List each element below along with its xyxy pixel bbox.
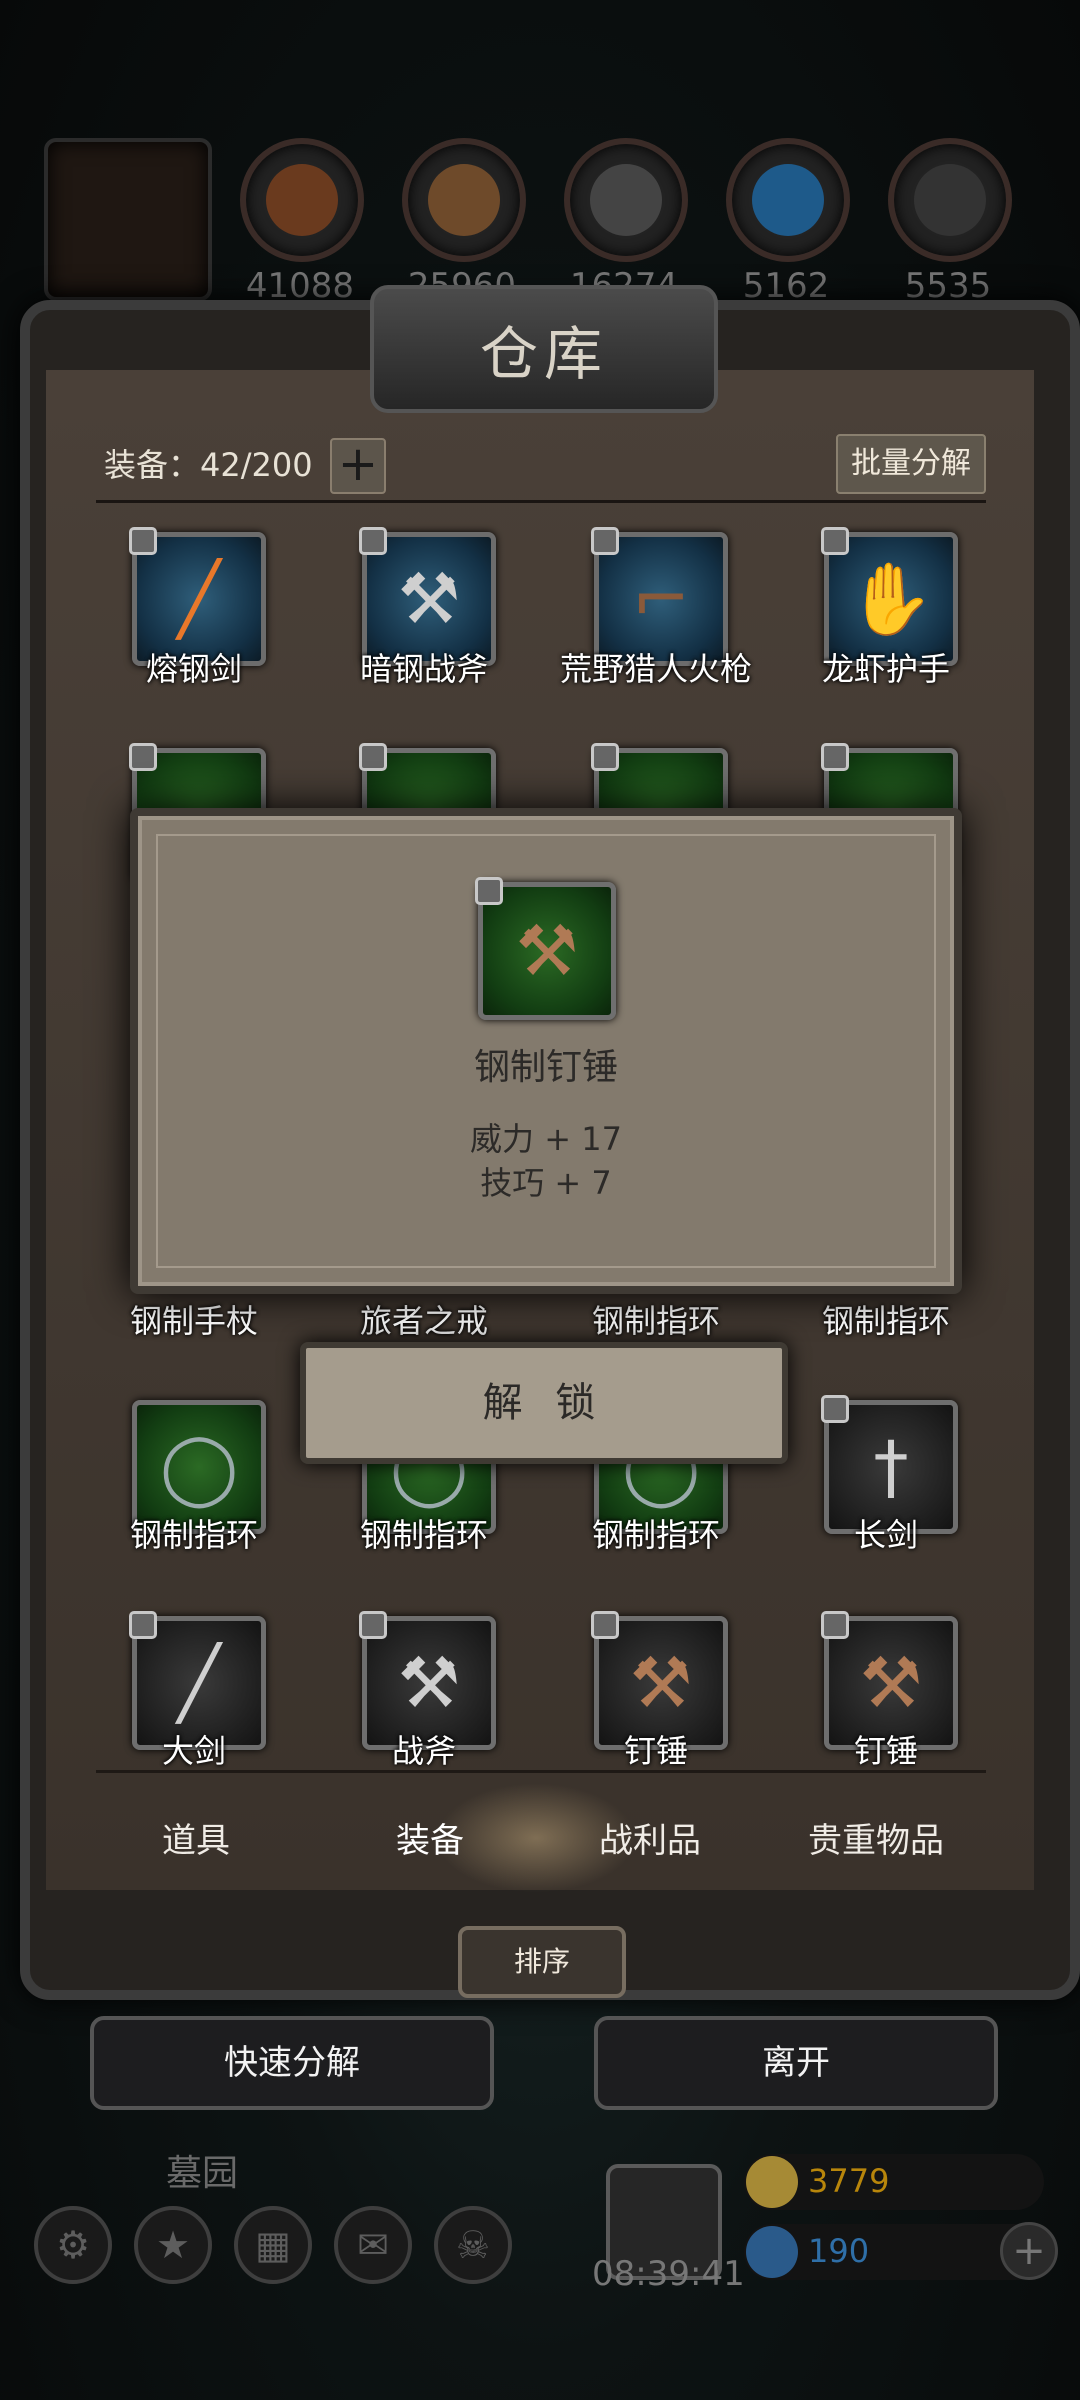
stat-power: 威力 + 17 — [470, 1120, 622, 1158]
gold-icon — [746, 2156, 798, 2208]
title-plate: 仓库 — [370, 285, 718, 413]
item-name: 钢制钉锤 — [473, 1047, 618, 1088]
musket-icon: ⌐ — [631, 558, 691, 640]
item-label: 钢制指环 — [591, 1302, 720, 1340]
item-label: 龙虾护手 — [821, 650, 950, 688]
lock-icon — [591, 743, 619, 771]
location-label: 墓园 — [166, 2153, 239, 2194]
item-label: 熔钢剑 — [145, 650, 242, 688]
mail-icon[interactable]: ✉ — [334, 2206, 412, 2284]
item-label: 钢制指环 — [129, 1516, 258, 1554]
resource-crystal[interactable]: 5162 — [726, 138, 850, 306]
gift-timer: 08:39:41 — [592, 2254, 745, 2294]
item-label: 钉锤 — [623, 1732, 688, 1770]
tab-items[interactable]: 道具 — [96, 1813, 296, 1862]
bulk-decompose-button[interactable]: 批量分解 — [836, 434, 986, 494]
resource-iron[interactable]: 16274 — [564, 138, 688, 306]
item-label: 战斧 — [391, 1732, 456, 1770]
resource-bar: 41088 25960 16274 5162 5535 — [0, 130, 1080, 306]
skull-icon[interactable]: ☠ — [434, 2206, 512, 2284]
lock-icon — [821, 743, 849, 771]
settings-icon[interactable]: ⚙ — [34, 2206, 112, 2284]
item-detail-modal: ⚒ 钢制钉锤 威力 + 17 技巧 + 7 — [130, 808, 962, 1294]
item-label: 钢制指环 — [591, 1516, 720, 1554]
quick-decompose-button[interactable]: 快速分解 — [90, 2016, 494, 2110]
resource-ore-1[interactable]: 41088 — [240, 138, 364, 306]
gem-counter: 190 — [744, 2224, 1044, 2280]
sword-icon: ╱ — [177, 558, 221, 640]
sort-button[interactable]: 排序 — [458, 1926, 626, 1998]
stat-skill: 技巧 + 7 — [480, 1164, 612, 1202]
leave-button[interactable]: 离开 — [594, 2016, 998, 2110]
item-slot: ⚒ — [475, 877, 616, 1020]
item-label: 钢制指环 — [821, 1302, 950, 1340]
item-label: 暗钢战斧 — [359, 650, 488, 688]
resource-wood[interactable]: 25960 — [402, 138, 526, 306]
gem-value: 190 — [808, 2232, 870, 2270]
tab-loot[interactable]: 战利品 — [550, 1813, 750, 1862]
axe-icon: ⚒ — [397, 558, 461, 640]
item-label: 钢制指环 — [359, 1516, 488, 1554]
gauntlet-icon: ✋ — [847, 558, 935, 640]
grid-icon[interactable]: ▦ — [234, 2206, 312, 2284]
tab-equipment[interactable]: 装备 — [330, 1813, 530, 1862]
item-label: 钉锤 — [853, 1732, 918, 1770]
unlock-button[interactable]: 解 锁 — [300, 1342, 788, 1464]
lock-icon — [129, 743, 157, 771]
add-currency-button[interactable]: + — [1000, 2222, 1058, 2280]
item-label: 旅者之戒 — [359, 1302, 488, 1340]
divider — [96, 500, 986, 503]
equipment-count: 装备：42/200 — [104, 446, 313, 484]
resource-steel[interactable]: 5535 — [888, 138, 1012, 306]
category-tabs: 道具 装备 战利品 贵重物品 — [96, 1770, 986, 1903]
star-icon[interactable]: ★ — [134, 2206, 212, 2284]
tab-valuables[interactable]: 贵重物品 — [776, 1813, 976, 1862]
mace-icon: ⚒ — [515, 910, 579, 992]
item-label: 荒野猎人火枪 — [559, 650, 752, 688]
lock-icon — [359, 743, 387, 771]
page-title: 仓库 — [479, 320, 608, 388]
item-label: 大剑 — [161, 1732, 226, 1770]
gold-value: 3779 — [808, 2162, 890, 2200]
gold-counter: 3779 — [744, 2154, 1044, 2210]
hero-portrait[interactable] — [44, 138, 212, 301]
expand-capacity-button[interactable]: + — [330, 438, 386, 494]
item-label: 钢制手杖 — [129, 1302, 258, 1340]
gem-icon — [746, 2226, 798, 2278]
item-label: 长剑 — [853, 1516, 918, 1554]
